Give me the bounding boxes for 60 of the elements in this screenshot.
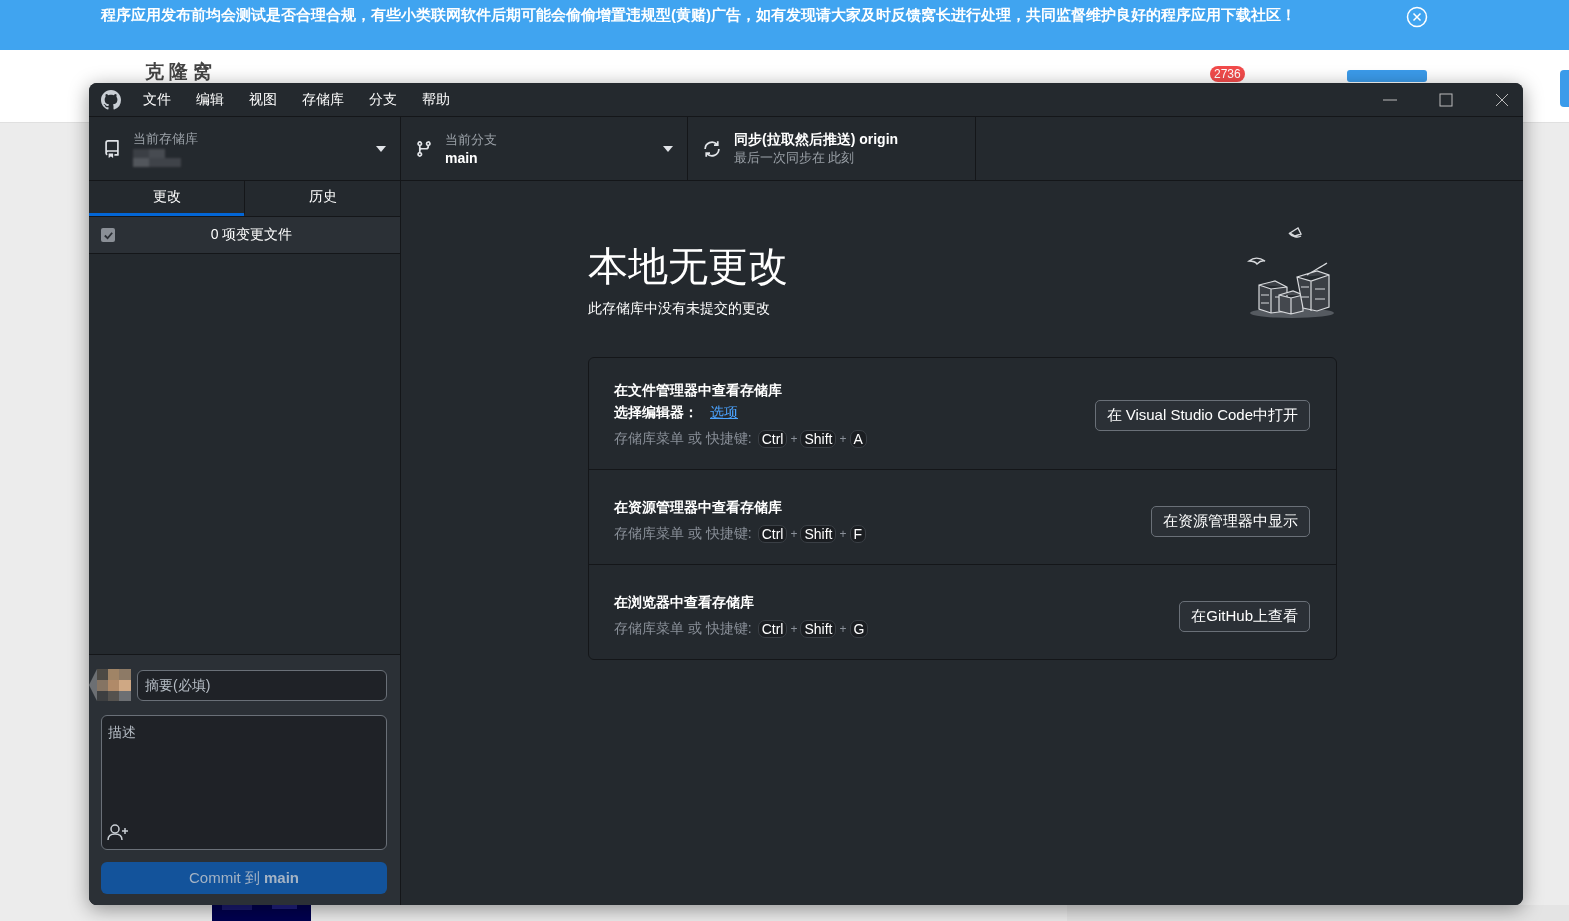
plus-sign: + bbox=[839, 622, 847, 636]
menu-item[interactable]: 帮助 bbox=[422, 90, 450, 109]
plus-sign: + bbox=[790, 527, 798, 541]
keyboard-key: Shift bbox=[800, 525, 837, 543]
menu-item[interactable]: 文件 bbox=[143, 90, 171, 109]
changed-files-count: 0 项变更文件 bbox=[209, 226, 294, 244]
toolbar-label: 当前存储库 bbox=[133, 130, 199, 148]
sync-status: 最后一次同步在 此刻 bbox=[734, 149, 856, 167]
sync-icon bbox=[702, 138, 722, 159]
branch-icon bbox=[415, 139, 433, 158]
shortcut-label: 存储库菜单 或 快捷键: bbox=[614, 620, 752, 638]
add-person-icon[interactable] bbox=[107, 823, 129, 841]
menu-item[interactable]: 视图 bbox=[249, 90, 277, 109]
branch-name: main bbox=[445, 149, 479, 166]
menu-item[interactable]: 分支 bbox=[369, 90, 397, 109]
github-logo-icon bbox=[101, 89, 121, 110]
summary-field[interactable]: 摘要(必填) bbox=[137, 669, 387, 701]
action-button[interactable]: 在资源管理器中显示 bbox=[1151, 505, 1310, 537]
shortcut-label: 存储库菜单 或 快捷键: bbox=[614, 430, 752, 448]
keyboard-key: Shift bbox=[800, 620, 837, 638]
keyboard-key: A bbox=[849, 430, 867, 448]
site-logo[interactable]: 克 隆 窝 bbox=[145, 59, 212, 85]
action-title: 在文件管理器中查看存储库 bbox=[614, 382, 783, 400]
repository-selector[interactable]: 当前存储库 bbox=[89, 117, 401, 180]
plus-sign: + bbox=[790, 622, 798, 636]
shortcut-label: 存储库菜单 或 快捷键: bbox=[614, 525, 752, 543]
plus-sign: + bbox=[839, 527, 847, 541]
repository-icon bbox=[103, 139, 121, 158]
plus-sign: + bbox=[790, 432, 798, 446]
empty-title: 本地无更改 bbox=[588, 243, 788, 290]
blurred-name-icon bbox=[133, 148, 181, 167]
close-icon[interactable] bbox=[1495, 92, 1509, 107]
keyboard-key: G bbox=[849, 620, 869, 638]
branch-selector[interactable]: 当前分支 main bbox=[401, 117, 688, 180]
action-title: 在资源管理器中查看存储库 bbox=[614, 499, 783, 517]
empty-subtitle: 此存储库中没有未提交的更改 bbox=[588, 300, 771, 318]
keyboard-key: F bbox=[849, 525, 867, 543]
caret-icon bbox=[376, 145, 386, 152]
checkbox[interactable] bbox=[101, 228, 115, 242]
avatar-icon bbox=[89, 667, 131, 703]
description-field[interactable]: 描述 bbox=[101, 715, 387, 850]
keyboard-key: Ctrl bbox=[757, 430, 788, 448]
tab[interactable]: 历史 bbox=[244, 181, 400, 216]
options-link[interactable]: 选项 bbox=[710, 404, 738, 422]
toolbar-label: 当前分支 bbox=[445, 131, 498, 149]
editor-label: 选择编辑器： bbox=[614, 404, 698, 422]
sync-title: 同步(拉取然后推送) origin bbox=[734, 130, 900, 149]
keyboard-key: Ctrl bbox=[757, 620, 788, 638]
plus-sign: + bbox=[839, 432, 847, 446]
keyboard-key: Ctrl bbox=[757, 525, 788, 543]
caret-icon bbox=[663, 145, 673, 152]
notice-text: 程序应用发布前均会测试是否合理合规，有些小类联网软件后期可能会偷偷增置违规型(黄赌)广告，如有发现请大家及时反馈窝长进行处理，共同监督维护良好的程序应用下载社区！ bbox=[101, 6, 1296, 25]
menu-item[interactable]: 编辑 bbox=[196, 90, 224, 109]
action-title: 在浏览器中查看存储库 bbox=[614, 594, 755, 612]
maximize-icon[interactable] bbox=[1439, 92, 1453, 107]
keyboard-key: Shift bbox=[800, 430, 837, 448]
action-button[interactable]: 在GitHub上查看 bbox=[1179, 600, 1310, 632]
notification-badge: 2736 bbox=[1210, 66, 1245, 82]
menu-item[interactable]: 存储库 bbox=[302, 90, 344, 109]
action-button[interactable]: 在 Visual Studio Code中打开 bbox=[1094, 399, 1310, 431]
